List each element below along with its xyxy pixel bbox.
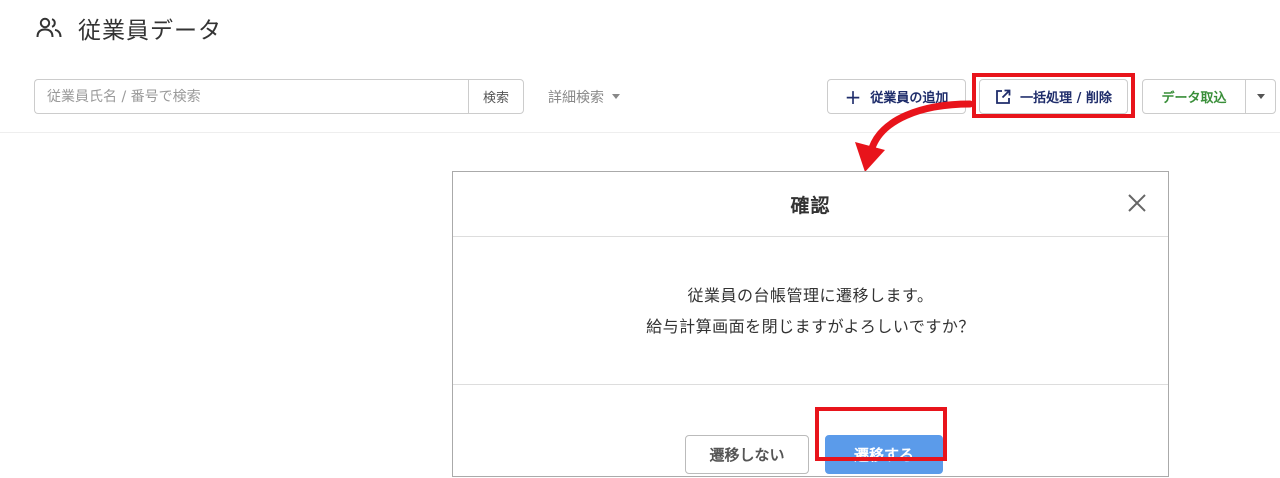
dialog-header: 確認 xyxy=(453,172,1168,237)
bulk-process-label: 一括処理 / 削除 xyxy=(1020,91,1112,106)
dialog-body: 従業員の台帳管理に遷移します。 給与計算画面を閉じますがよろしいですか？ xyxy=(453,237,1168,385)
dialog-message-line2: 給与計算画面を閉じますがよろしいですか？ xyxy=(646,316,975,336)
bulk-process-button[interactable]: 一括処理 / 削除 xyxy=(979,79,1128,114)
page: 従業員データ 検索 詳細検索 + 従業員の追加 一括処理 / 削除 データ取込 xyxy=(0,0,1280,478)
data-import-button[interactable]: データ取込 xyxy=(1142,79,1246,114)
people-icon xyxy=(36,17,62,38)
confirm-dialog: 確認 従業員の台帳管理に遷移します。 給与計算画面を閉じますがよろしいですか？ … xyxy=(452,171,1169,477)
advanced-search-label: 詳細検索 xyxy=(548,89,604,106)
confirm-button[interactable]: 遷移する xyxy=(825,435,943,474)
dialog-message-line1: 従業員の台帳管理に遷移します。 xyxy=(687,285,934,305)
search-group: 検索 xyxy=(34,79,524,114)
close-icon[interactable] xyxy=(1126,192,1148,214)
search-input[interactable] xyxy=(34,79,468,114)
advanced-search-toggle[interactable]: 詳細検索 xyxy=(548,79,620,114)
page-header: 従業員データ xyxy=(36,10,222,46)
caret-down-icon xyxy=(612,94,620,99)
dialog-title: 確認 xyxy=(790,194,831,217)
caret-down-icon xyxy=(1256,94,1265,99)
cancel-button[interactable]: 遷移しない xyxy=(685,435,809,474)
data-import-dropdown[interactable] xyxy=(1245,79,1276,114)
search-button[interactable]: 検索 xyxy=(468,79,524,114)
external-link-icon xyxy=(996,89,1011,104)
dialog-footer: 遷移しない 遷移する xyxy=(453,385,1168,477)
page-title: 従業員データ xyxy=(78,18,222,44)
red-arrow-annotation xyxy=(855,100,974,172)
toolbar-divider xyxy=(0,132,1280,133)
